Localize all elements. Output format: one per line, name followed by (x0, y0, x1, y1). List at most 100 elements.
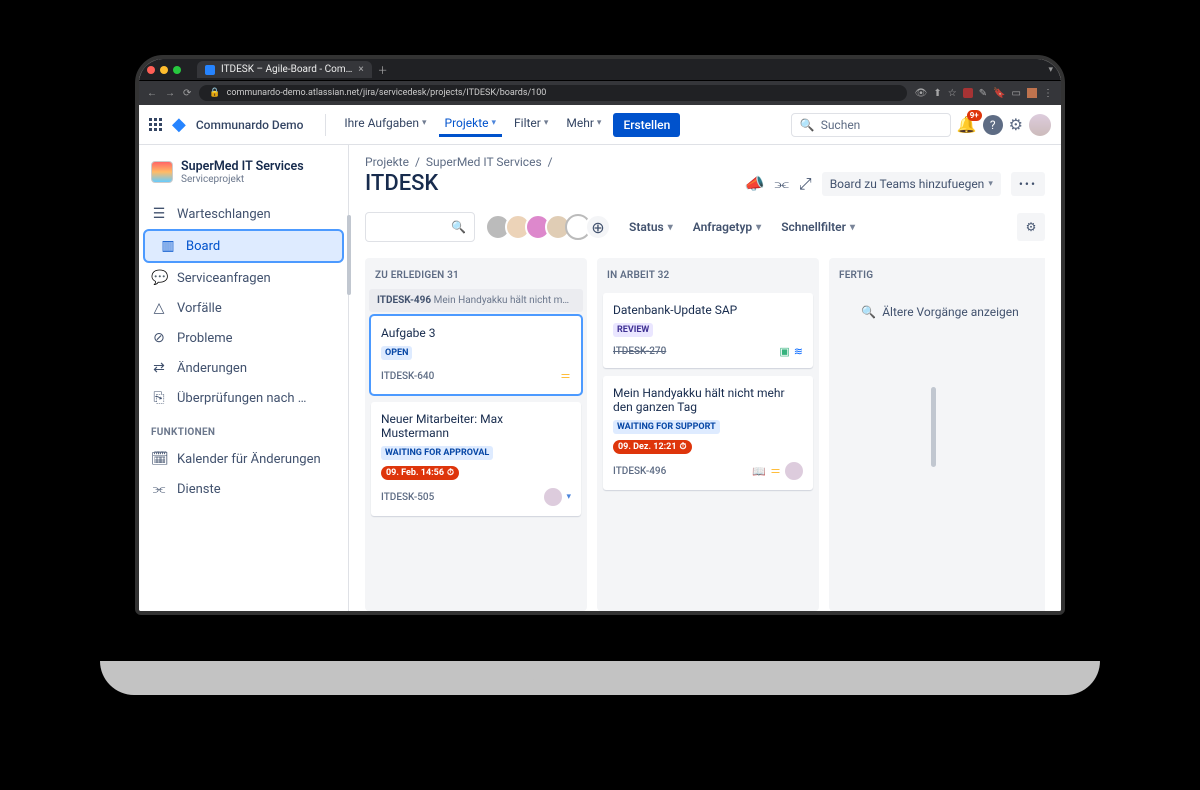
due-date-badge: 09. Feb. 14:56 ⏱ (381, 466, 459, 480)
tab-close-icon[interactable]: × (358, 64, 363, 75)
issue-card[interactable]: Neuer Mitarbeiter: Max Mustermann WAITIN… (371, 402, 581, 516)
url-field[interactable]: 🔒 communardo-demo.atlassian.net/jira/ser… (199, 85, 906, 101)
clock-icon: ⏱ (447, 468, 454, 478)
card-title: Datenbank-Update SAP (613, 303, 803, 317)
low-prio-icon: ≋ (794, 345, 803, 358)
board-column: ZU ERLEDIGEN 31ITDESK-496 Mein Handyakku… (365, 258, 587, 611)
notifications-button[interactable]: 🔔 9+ (957, 115, 977, 134)
view-settings-icon[interactable]: ⚙ (1017, 213, 1045, 241)
project-icon (151, 161, 173, 183)
issue-key[interactable]: ITDESK-270 (613, 346, 666, 357)
sidebar-scrollbar[interactable] (347, 215, 351, 295)
sidebar-item-label: Vorfälle (177, 301, 336, 316)
browser-tab-strip: ITDESK – Agile-Board - Com… × ＋ ▾ (139, 59, 1061, 81)
due-date-badge: 09. Dez. 12:21 ⏱ (613, 440, 692, 454)
assignee-filter[interactable]: ⊕ (491, 214, 611, 240)
card-title: Neuer Mitarbeiter: Max Mustermann (381, 412, 571, 440)
forward-icon[interactable]: → (165, 88, 175, 99)
issue-key[interactable]: ITDESK-640 (381, 371, 434, 382)
sidebar-item-icon: ⫘ (151, 481, 167, 497)
ext-eye-icon[interactable]: 👁 (915, 88, 928, 99)
expand-icon[interactable]: ⤢ (799, 174, 812, 194)
ext-orange-icon[interactable] (1027, 88, 1037, 98)
tag-icon: ▣ (779, 345, 789, 358)
issue-card[interactable]: Datenbank-Update SAP REVIEW ITDESK-270 ▣… (603, 293, 813, 368)
browser-menu-icon[interactable]: ⋮ (1043, 88, 1053, 99)
ext-upload-icon[interactable]: ⬆ (933, 88, 941, 99)
issue-key[interactable]: ITDESK-505 (381, 492, 434, 503)
help-button[interactable]: ? (983, 115, 1003, 135)
add-to-teams-button[interactable]: Board zu Teams hinzufuegen ▾ (822, 172, 1001, 196)
ext-red-icon[interactable] (963, 88, 973, 98)
reload-icon[interactable]: ⟳ (183, 88, 191, 99)
nav-more[interactable]: Mehr▾ (560, 112, 607, 137)
more-users-icon[interactable]: ⊕ (585, 214, 611, 240)
sidebar-item-label: Warteschlangen (177, 207, 336, 222)
nav-filters[interactable]: Filter▾ (508, 112, 554, 137)
sidebar-item-änderungen[interactable]: ⇄Änderungen (139, 353, 348, 383)
filter-request-type[interactable]: Anfragetyp▾ (691, 216, 763, 238)
board-main: Projekte / SuperMed IT Services / ITDESK… (349, 145, 1061, 611)
column-header: ZU ERLEDIGEN 31 (365, 258, 587, 289)
sidebar-item-icon: 🗓 (151, 451, 167, 467)
sidebar-item-kalender-für-änderungen[interactable]: 🗓Kalender für Änderungen (139, 444, 348, 474)
sidebar-item-board[interactable]: ▥Board (145, 231, 342, 261)
profile-avatar[interactable] (1029, 114, 1051, 136)
issue-card[interactable]: Mein Handyakku hält nicht mehr den ganze… (603, 376, 813, 490)
global-search-input[interactable]: 🔍 Suchen (791, 113, 951, 137)
card-title: Aufgabe 3 (381, 326, 571, 340)
board-column: FERTIG🔍Ältere Vorgänge anzeigen (829, 258, 1045, 611)
chevron-down-icon[interactable]: ▾ (566, 492, 571, 502)
sidebar-item-vorfälle[interactable]: △ Vorfälle (139, 293, 348, 323)
sidebar-item-label: Board (186, 239, 330, 254)
settings-icon[interactable]: ⚙ (1009, 115, 1023, 134)
board-scrollbar[interactable] (931, 387, 936, 467)
book-icon: 📖 (752, 465, 766, 478)
crumb-projects[interactable]: Projekte (365, 155, 409, 169)
sidebar-item-serviceanfragen[interactable]: 💬Serviceanfragen (139, 263, 348, 293)
nav-projects[interactable]: Projekte▾ (439, 112, 503, 137)
site-name[interactable]: Communardo Demo (196, 118, 304, 132)
sidebar-item-icon: △ (151, 300, 167, 316)
status-lozenge: WAITING FOR APPROVAL (381, 446, 493, 460)
priority-icon: ＝ (560, 368, 571, 384)
board-search-input[interactable]: 🔍 (365, 212, 475, 242)
breadcrumb: Projekte / SuperMed IT Services / (365, 155, 1045, 169)
ext-wand-icon[interactable]: ✎ (979, 88, 987, 99)
new-tab-button[interactable]: ＋ (378, 62, 388, 77)
share-icon[interactable]: ⫘ (774, 174, 788, 194)
board-title: ITDESK (365, 171, 438, 196)
sidebar-item-überprüfungen-nach-…[interactable]: ⎘Überprüfungen nach … (139, 383, 348, 413)
board-more-button[interactable]: ••• (1011, 172, 1045, 196)
megaphone-icon[interactable]: 📣 (745, 174, 765, 193)
create-button[interactable]: Erstellen (613, 113, 680, 137)
sidebar-item-dienste[interactable]: ⫘Dienste (139, 474, 348, 504)
browser-tab[interactable]: ITDESK – Agile-Board - Com… × (197, 61, 372, 78)
issue-key[interactable]: ITDESK-496 (613, 466, 666, 477)
sidebar-item-label: Probleme (177, 331, 336, 346)
jira-logo-icon[interactable]: ◆ (172, 114, 186, 135)
column-sticky-issue[interactable]: ITDESK-496 Mein Handyakku hält nicht m… (369, 289, 583, 312)
ext-bookmark-icon[interactable]: 🔖 (993, 88, 1005, 99)
status-lozenge: REVIEW (613, 323, 653, 337)
back-icon[interactable]: ← (147, 88, 157, 99)
sidebar-item-label: Überprüfungen nach … (177, 391, 336, 406)
sidebar-section-label: FUNKTIONEN (139, 413, 348, 444)
ext-doc-icon[interactable]: ▭ (1012, 88, 1021, 99)
app-switcher-icon[interactable] (149, 118, 162, 131)
project-type: Serviceprojekt (181, 174, 304, 185)
ext-star-icon[interactable]: ☆ (948, 88, 957, 99)
sidebar-item-icon: ⇄ (151, 360, 167, 376)
show-older-issues-link[interactable]: 🔍Ältere Vorgänge anzeigen (833, 289, 1045, 335)
assignee-avatar (785, 462, 803, 480)
crumb-project[interactable]: SuperMed IT Services (426, 155, 542, 169)
sidebar-item-probleme[interactable]: ⊘Probleme (139, 323, 348, 353)
sidebar-item-warteschlangen[interactable]: ☰Warteschlangen (139, 199, 348, 229)
jira-favicon (205, 65, 215, 75)
issue-card[interactable]: Aufgabe 3 OPEN ITDESK-640 ＝ (371, 316, 581, 394)
filter-quick[interactable]: Schnellfilter▾ (779, 216, 857, 238)
tabs-overflow-icon[interactable]: ▾ (1048, 65, 1053, 75)
filter-status[interactable]: Status▾ (627, 216, 675, 238)
project-name: SuperMed IT Services (181, 159, 304, 174)
nav-your-work[interactable]: Ihre Aufgaben▾ (338, 112, 432, 137)
